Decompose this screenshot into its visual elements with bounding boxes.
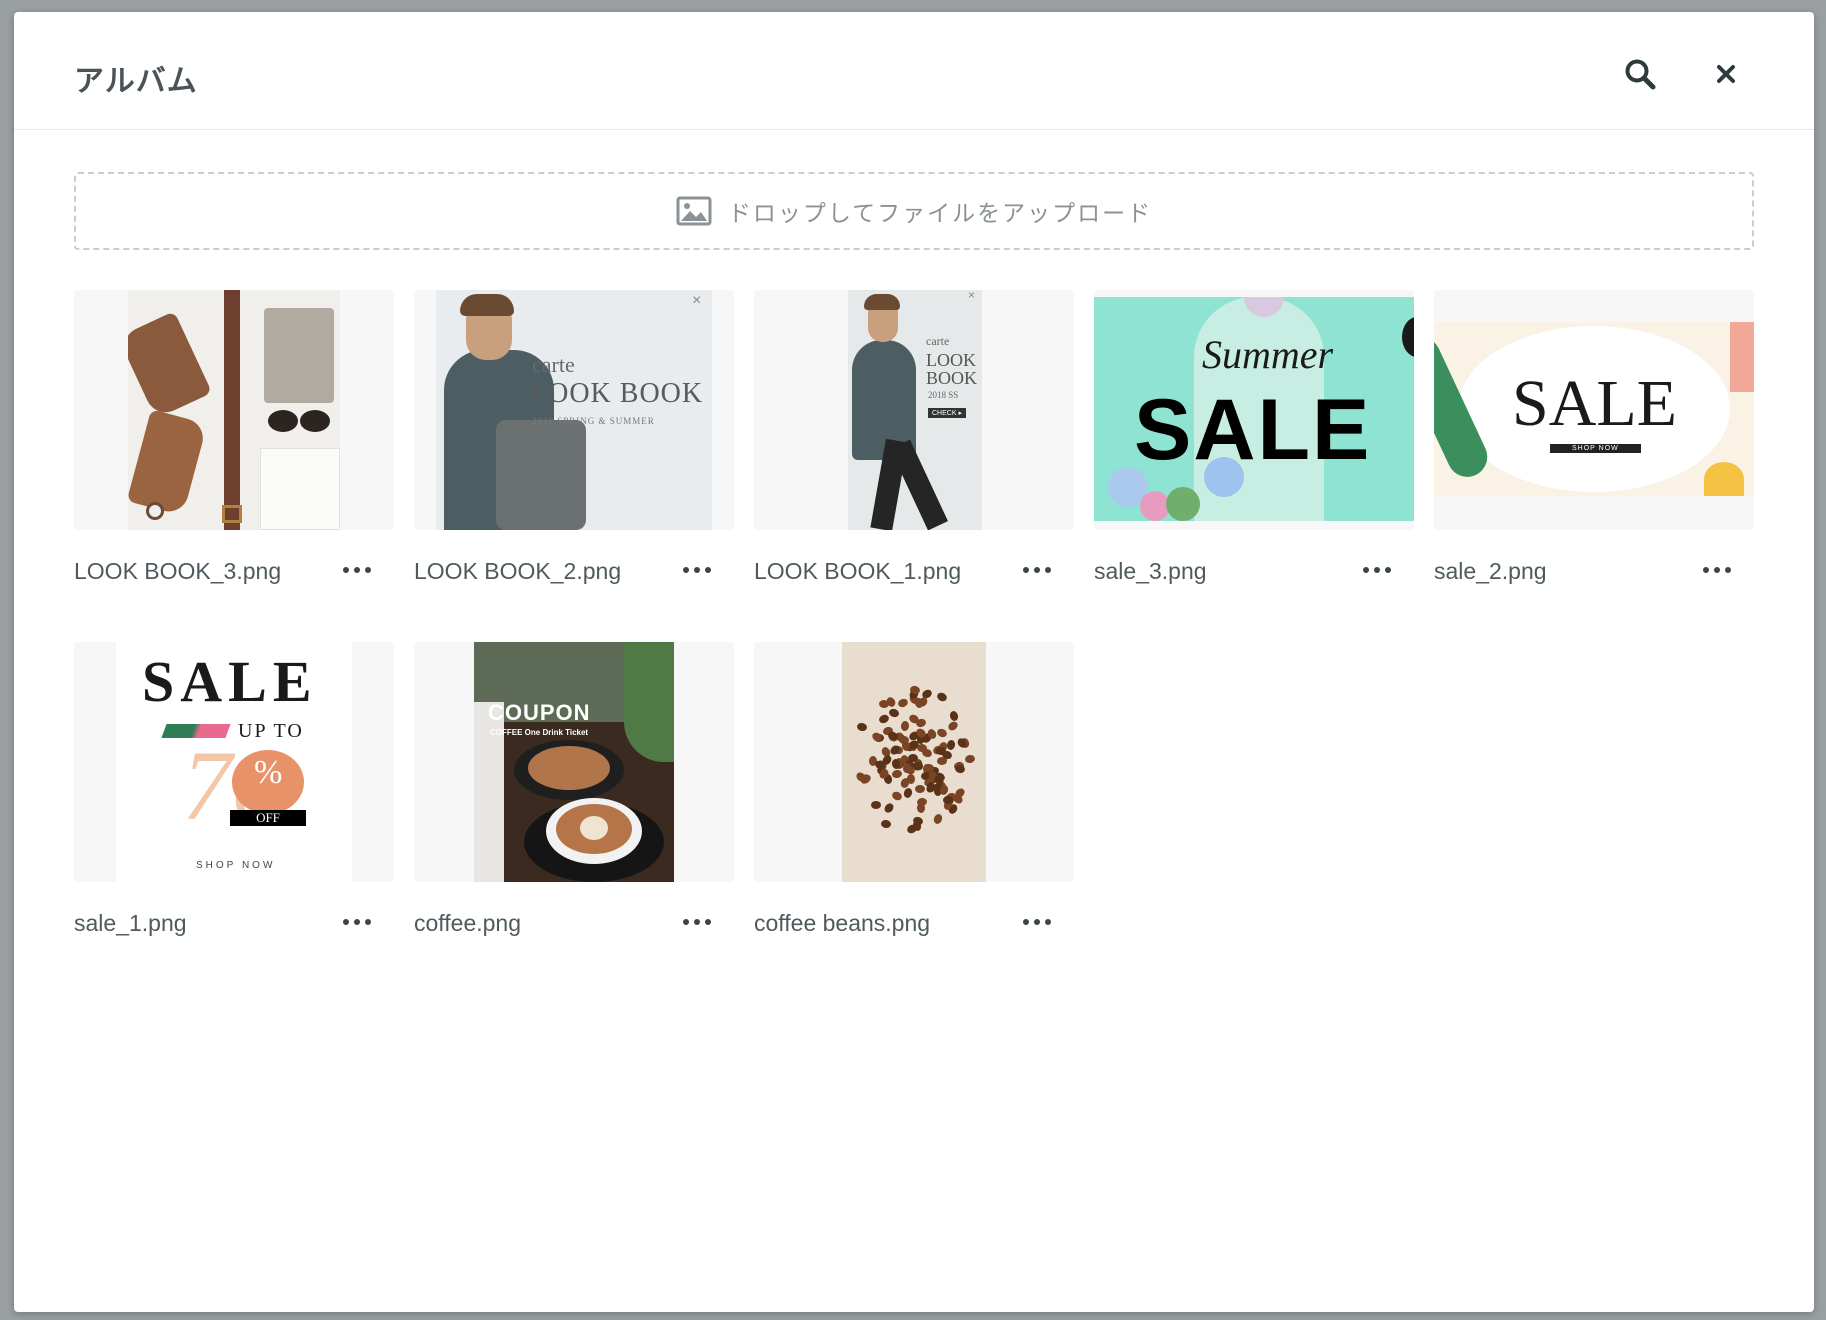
image-thumbnail[interactable]: SALE SHOP NOW: [1434, 290, 1754, 530]
thumb-heading: SALE: [1512, 367, 1677, 440]
thumb-cta: CHECK ▸: [928, 408, 966, 418]
more-options-button[interactable]: [676, 907, 718, 937]
thumb-heading: SALE: [1134, 382, 1372, 478]
close-button[interactable]: [1700, 48, 1752, 100]
dropzone-label: ドロップしてファイルをアップロード: [727, 201, 1153, 227]
image-card-sale-3: Summer SALE sale_3.png: [1094, 290, 1414, 590]
thumb-heading: LOOK BOOK: [530, 378, 704, 409]
thumb-subheading: COFFEE One Drink Ticket: [490, 728, 589, 737]
more-options-button[interactable]: [1356, 555, 1398, 585]
more-options-button[interactable]: [1016, 555, 1058, 585]
more-options-button[interactable]: [1696, 555, 1738, 585]
image-filename: coffee beans.png: [754, 910, 931, 936]
image-card-look-book-1: carte LOOK BOOK 2018 SS CHECK ▸ × LOOK B…: [754, 290, 1074, 590]
more-options-button[interactable]: [1016, 907, 1058, 937]
image-filename: sale_2.png: [1434, 558, 1547, 584]
image-filename: sale_1.png: [74, 910, 187, 936]
search-icon: [1625, 59, 1656, 90]
more-options-button[interactable]: [676, 555, 718, 585]
search-button[interactable]: [1614, 48, 1666, 100]
thumb-heading: COUPON: [488, 700, 591, 725]
image-filename: sale_3.png: [1094, 558, 1207, 584]
thumb-brand: carte: [926, 334, 950, 348]
image-filename: LOOK BOOK_1.png: [754, 558, 962, 584]
thumb-script-text: Summer: [1202, 332, 1334, 377]
thumb-heading-line-2: BOOK: [926, 368, 978, 388]
image-thumbnail[interactable]: SALE UP TO 70 % OFF SHOP NOW: [74, 642, 394, 882]
image-thumbnail[interactable]: [74, 290, 394, 530]
image-card-coffee-beans: coffee beans.png: [754, 642, 1074, 942]
image-card-sale-1: SALE UP TO 70 % OFF SHOP NOW sale_1.png: [74, 642, 394, 942]
image-filename: LOOK BOOK_2.png: [414, 558, 622, 584]
dialog-title: アルバム: [74, 64, 198, 99]
image-card-look-book-2: carte LOOK BOOK 2018 SPRING & SUMMER × L…: [414, 290, 734, 590]
thumb-cta: SHOP NOW: [196, 860, 276, 871]
upload-dropzone[interactable]: ドロップしてファイルをアップロード: [74, 172, 1754, 250]
album-dialog: アルバム ドロップしてファイルをアップロード LOOK BOOK_3.png c…: [14, 12, 1814, 1312]
image-icon: [676, 196, 712, 226]
thumb-subheading: 2018 SPRING & SUMMER: [532, 416, 655, 426]
thumb-brand: carte: [532, 352, 575, 377]
thumb-off: OFF: [230, 810, 306, 826]
thumb-heading: SALE: [142, 649, 318, 714]
image-thumbnail[interactable]: carte LOOK BOOK 2018 SPRING & SUMMER ×: [414, 290, 734, 530]
more-options-button[interactable]: [336, 555, 378, 585]
thumb-subheading: 2018 SS: [928, 390, 959, 400]
image-thumbnail[interactable]: [754, 642, 1074, 882]
image-thumbnail[interactable]: Summer SALE: [1094, 290, 1414, 530]
thumb-cta: SHOP NOW: [1550, 444, 1641, 453]
image-card-sale-2: SALE SHOP NOW sale_2.png: [1434, 290, 1754, 590]
image-thumbnail[interactable]: COUPON COFFEE One Drink Ticket: [414, 642, 734, 882]
image-card-coffee: COUPON COFFEE One Drink Ticket coffee.pn…: [414, 642, 734, 942]
dialog-header: アルバム: [14, 12, 1814, 130]
image-filename: LOOK BOOK_3.png: [74, 558, 282, 584]
image-thumbnail[interactable]: carte LOOK BOOK 2018 SS CHECK ▸ ×: [754, 290, 1074, 530]
image-filename: coffee.png: [414, 910, 522, 936]
close-icon: [1717, 65, 1735, 83]
thumb-percent: %: [254, 754, 283, 791]
more-options-button[interactable]: [336, 907, 378, 937]
image-card-look-book-3: LOOK BOOK_3.png: [74, 290, 394, 590]
